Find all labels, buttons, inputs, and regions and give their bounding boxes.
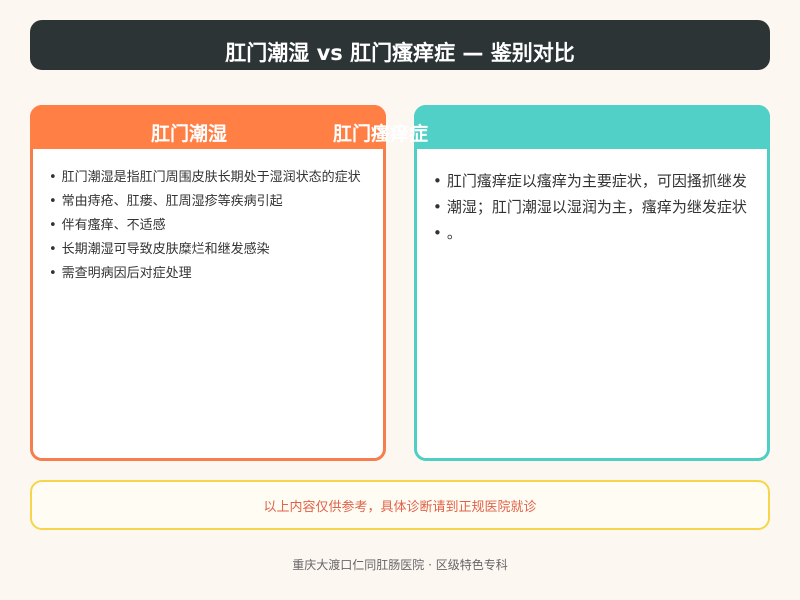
anal-pruritus-panel: 肛门瘙痒症以瘙痒为主要症状，可因搔抓继发 潮湿；肛门潮湿以湿润为主，瘙痒为继发症… — [414, 105, 770, 461]
list-item: 长期潮湿可导致皮肤糜烂和继发感染 — [49, 238, 383, 262]
anal-dampness-panel: 肛门潮湿 肛门瘙痒症 肛门潮湿是指肛门周围皮肤长期处于湿润状态的症状 常由痔疮、… — [30, 105, 428, 461]
anal-pruritus-body: 肛门瘙痒症以瘙痒为主要症状，可因搔抓继发 潮湿；肛门潮湿以湿润为主，瘙痒为继发症… — [433, 168, 767, 246]
list-item: 。 — [433, 220, 767, 246]
anal-pruritus-title: 肛门瘙痒症 — [333, 123, 429, 145]
list-item: 潮湿；肛门潮湿以湿润为主，瘙痒为继发症状 — [433, 194, 767, 220]
footer-text: 重庆大渡口仁同肛肠医院 · 区级特色专科 — [292, 558, 508, 572]
anal-pruritus-header — [414, 105, 770, 149]
anal-dampness-title: 肛门潮湿 — [151, 123, 228, 145]
anal-dampness-list: 肛门潮湿是指肛门周围皮肤长期处于湿润状态的症状 常由痔疮、肛瘘、肛周湿疹等疾病引… — [49, 166, 383, 286]
anal-dampness-body: 肛门潮湿是指肛门周围皮肤长期处于湿润状态的症状 常由痔疮、肛瘘、肛周湿疹等疾病引… — [49, 166, 383, 286]
list-item: 伴有瘙痒、不适感 — [49, 214, 383, 238]
list-item: 肛门瘙痒症以瘙痒为主要症状，可因搔抓继发 — [433, 168, 767, 194]
list-item: 需查明病因后对症处理 — [49, 262, 383, 286]
page-title: 肛门潮湿 vs 肛门瘙痒症 — 鉴别对比 — [225, 41, 575, 65]
disclaimer-text: 以上内容仅供参考，具体诊断请到正规医院就诊 — [263, 499, 537, 515]
list-item: 常由痔疮、肛瘘、肛周湿疹等疾病引起 — [49, 190, 383, 214]
anal-pruritus-list: 肛门瘙痒症以瘙痒为主要症状，可因搔抓继发 潮湿；肛门潮湿以湿润为主，瘙痒为继发症… — [433, 168, 767, 246]
list-item: 肛门潮湿是指肛门周围皮肤长期处于湿润状态的症状 — [49, 166, 383, 190]
disclaimer-box: 以上内容仅供参考，具体诊断请到正规医院就诊 — [30, 480, 770, 530]
title-bar: 肛门潮湿 vs 肛门瘙痒症 — 鉴别对比 — [30, 20, 770, 70]
